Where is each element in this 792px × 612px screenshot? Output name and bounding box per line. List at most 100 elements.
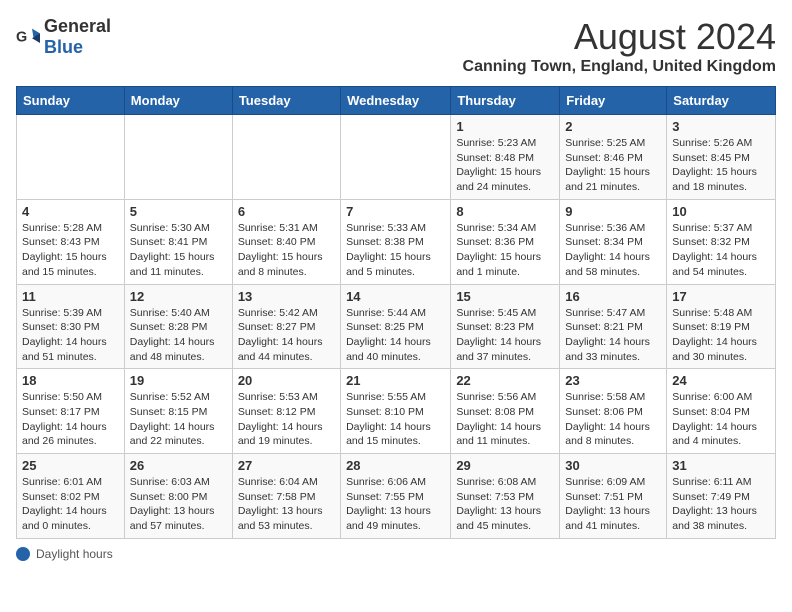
day-info: Sunrise: 5:37 AMSunset: 8:32 PMDaylight:…	[672, 221, 770, 280]
day-number: 21	[346, 373, 445, 388]
calendar-cell: 27 Sunrise: 6:04 AMSunset: 7:58 PMDayligh…	[232, 454, 340, 539]
header-day-saturday: Saturday	[667, 87, 776, 115]
day-info: Sunrise: 5:31 AMSunset: 8:40 PMDaylight:…	[238, 221, 335, 280]
logo: G General Blue	[16, 16, 111, 58]
day-number: 2	[565, 119, 661, 134]
header-day-friday: Friday	[560, 87, 667, 115]
day-info: Sunrise: 5:44 AMSunset: 8:25 PMDaylight:…	[346, 306, 445, 365]
day-number: 23	[565, 373, 661, 388]
calendar-cell: 10 Sunrise: 5:37 AMSunset: 8:32 PMDayligh…	[667, 199, 776, 284]
calendar-cell: 28 Sunrise: 6:06 AMSunset: 7:55 PMDayligh…	[341, 454, 451, 539]
footer: Daylight hours	[16, 547, 776, 561]
calendar-cell	[124, 115, 232, 200]
calendar-cell: 7Sunrise: 5:33 AMSunset: 8:38 PMDaylight…	[341, 199, 451, 284]
calendar-cell: 1 Sunrise: 5:23 AMSunset: 8:48 PMDaylight…	[451, 115, 560, 200]
day-info: Sunrise: 5:52 AMSunset: 8:15 PMDaylight:…	[130, 390, 227, 449]
day-info: Sunrise: 5:56 AMSunset: 8:08 PMDaylight:…	[456, 390, 554, 449]
day-number: 28	[346, 458, 445, 473]
daylight-dot	[16, 547, 30, 561]
header-day-wednesday: Wednesday	[341, 87, 451, 115]
calendar-cell: 9 Sunrise: 5:36 AMSunset: 8:34 PMDaylight…	[560, 199, 667, 284]
calendar-cell: 11Sunrise: 5:39 AMSunset: 8:30 PMDayligh…	[17, 284, 125, 369]
calendar-cell: 20 Sunrise: 5:53 AMSunset: 8:12 PMDayligh…	[232, 369, 340, 454]
calendar-week-row: 18 Sunrise: 5:50 AMSunset: 8:17 PMDayligh…	[17, 369, 776, 454]
calendar-cell: 8Sunrise: 5:34 AMSunset: 8:36 PMDaylight…	[451, 199, 560, 284]
calendar-cell: 2 Sunrise: 5:25 AMSunset: 8:46 PMDaylight…	[560, 115, 667, 200]
calendar-cell: 19 Sunrise: 5:52 AMSunset: 8:15 PMDayligh…	[124, 369, 232, 454]
day-info: Sunrise: 6:06 AMSunset: 7:55 PMDaylight:…	[346, 475, 445, 534]
calendar-cell: 15Sunrise: 5:45 AMSunset: 8:23 PMDayligh…	[451, 284, 560, 369]
day-number: 17	[672, 289, 770, 304]
day-info: Sunrise: 5:58 AMSunset: 8:06 PMDaylight:…	[565, 390, 661, 449]
day-number: 13	[238, 289, 335, 304]
calendar-cell	[232, 115, 340, 200]
day-number: 19	[130, 373, 227, 388]
calendar-cell: 3Sunrise: 5:26 AMSunset: 8:45 PMDaylight…	[667, 115, 776, 200]
day-info: Sunrise: 5:36 AMSunset: 8:34 PMDaylight:…	[565, 221, 661, 280]
calendar-cell: 13 Sunrise: 5:42 AMSunset: 8:27 PMDayligh…	[232, 284, 340, 369]
day-number: 29	[456, 458, 554, 473]
day-number: 15	[456, 289, 554, 304]
day-info: Sunrise: 5:25 AMSunset: 8:46 PMDaylight:…	[565, 136, 661, 195]
day-info: Sunrise: 5:42 AMSunset: 8:27 PMDaylight:…	[238, 306, 335, 365]
calendar-cell	[17, 115, 125, 200]
daylight-label: Daylight hours	[36, 547, 113, 561]
header-day-tuesday: Tuesday	[232, 87, 340, 115]
day-number: 24	[672, 373, 770, 388]
header: G General Blue August 2024 Canning Town,…	[16, 16, 776, 76]
day-info: Sunrise: 5:30 AMSunset: 8:41 PMDaylight:…	[130, 221, 227, 280]
calendar-cell: 29 Sunrise: 6:08 AMSunset: 7:53 PMDayligh…	[451, 454, 560, 539]
calendar-cell: 12Sunrise: 5:40 AMSunset: 8:28 PMDayligh…	[124, 284, 232, 369]
calendar-week-row: 11Sunrise: 5:39 AMSunset: 8:30 PMDayligh…	[17, 284, 776, 369]
header-day-monday: Monday	[124, 87, 232, 115]
day-number: 11	[22, 289, 119, 304]
calendar-cell: 16 Sunrise: 5:47 AMSunset: 8:21 PMDayligh…	[560, 284, 667, 369]
calendar-cell: 21Sunrise: 5:55 AMSunset: 8:10 PMDayligh…	[341, 369, 451, 454]
day-info: Sunrise: 6:08 AMSunset: 7:53 PMDaylight:…	[456, 475, 554, 534]
day-info: Sunrise: 5:53 AMSunset: 8:12 PMDaylight:…	[238, 390, 335, 449]
day-number: 27	[238, 458, 335, 473]
header-day-sunday: Sunday	[17, 87, 125, 115]
calendar-cell: 23 Sunrise: 5:58 AMSunset: 8:06 PMDayligh…	[560, 369, 667, 454]
day-info: Sunrise: 6:01 AMSunset: 8:02 PMDaylight:…	[22, 475, 119, 534]
calendar-cell: 14 Sunrise: 5:44 AMSunset: 8:25 PMDayligh…	[341, 284, 451, 369]
calendar-cell: 5 Sunrise: 5:30 AMSunset: 8:41 PMDaylight…	[124, 199, 232, 284]
calendar-cell: 25 Sunrise: 6:01 AMSunset: 8:02 PMDayligh…	[17, 454, 125, 539]
calendar-cell	[341, 115, 451, 200]
svg-text:G: G	[16, 29, 27, 45]
calendar-week-row: 25 Sunrise: 6:01 AMSunset: 8:02 PMDayligh…	[17, 454, 776, 539]
calendar-cell: 17Sunrise: 5:48 AMSunset: 8:19 PMDayligh…	[667, 284, 776, 369]
calendar-cell: 24 Sunrise: 6:00 AMSunset: 8:04 PMDayligh…	[667, 369, 776, 454]
calendar-cell: 22Sunrise: 5:56 AMSunset: 8:08 PMDayligh…	[451, 369, 560, 454]
day-info: Sunrise: 6:00 AMSunset: 8:04 PMDaylight:…	[672, 390, 770, 449]
logo-general: General	[44, 16, 111, 36]
day-number: 20	[238, 373, 335, 388]
day-number: 31	[672, 458, 770, 473]
day-info: Sunrise: 6:04 AMSunset: 7:58 PMDaylight:…	[238, 475, 335, 534]
calendar-title: August 2024	[463, 16, 776, 58]
day-number: 4	[22, 204, 119, 219]
logo-blue: Blue	[44, 37, 83, 57]
day-number: 25	[22, 458, 119, 473]
day-number: 5	[130, 204, 227, 219]
calendar-week-row: 1 Sunrise: 5:23 AMSunset: 8:48 PMDaylight…	[17, 115, 776, 200]
day-number: 9	[565, 204, 661, 219]
day-number: 1	[456, 119, 554, 134]
day-info: Sunrise: 5:33 AMSunset: 8:38 PMDaylight:…	[346, 221, 445, 280]
calendar-table: SundayMondayTuesdayWednesdayThursdayFrid…	[16, 86, 776, 539]
day-number: 16	[565, 289, 661, 304]
day-number: 6	[238, 204, 335, 219]
day-number: 30	[565, 458, 661, 473]
day-info: Sunrise: 5:47 AMSunset: 8:21 PMDaylight:…	[565, 306, 661, 365]
calendar-cell: 30Sunrise: 6:09 AMSunset: 7:51 PMDayligh…	[560, 454, 667, 539]
day-number: 14	[346, 289, 445, 304]
day-info: Sunrise: 5:26 AMSunset: 8:45 PMDaylight:…	[672, 136, 770, 195]
day-info: Sunrise: 5:40 AMSunset: 8:28 PMDaylight:…	[130, 306, 227, 365]
day-number: 18	[22, 373, 119, 388]
day-info: Sunrise: 5:28 AMSunset: 8:43 PMDaylight:…	[22, 221, 119, 280]
day-number: 8	[456, 204, 554, 219]
day-info: Sunrise: 5:23 AMSunset: 8:48 PMDaylight:…	[456, 136, 554, 195]
day-number: 10	[672, 204, 770, 219]
day-info: Sunrise: 5:50 AMSunset: 8:17 PMDaylight:…	[22, 390, 119, 449]
calendar-cell: 18 Sunrise: 5:50 AMSunset: 8:17 PMDayligh…	[17, 369, 125, 454]
